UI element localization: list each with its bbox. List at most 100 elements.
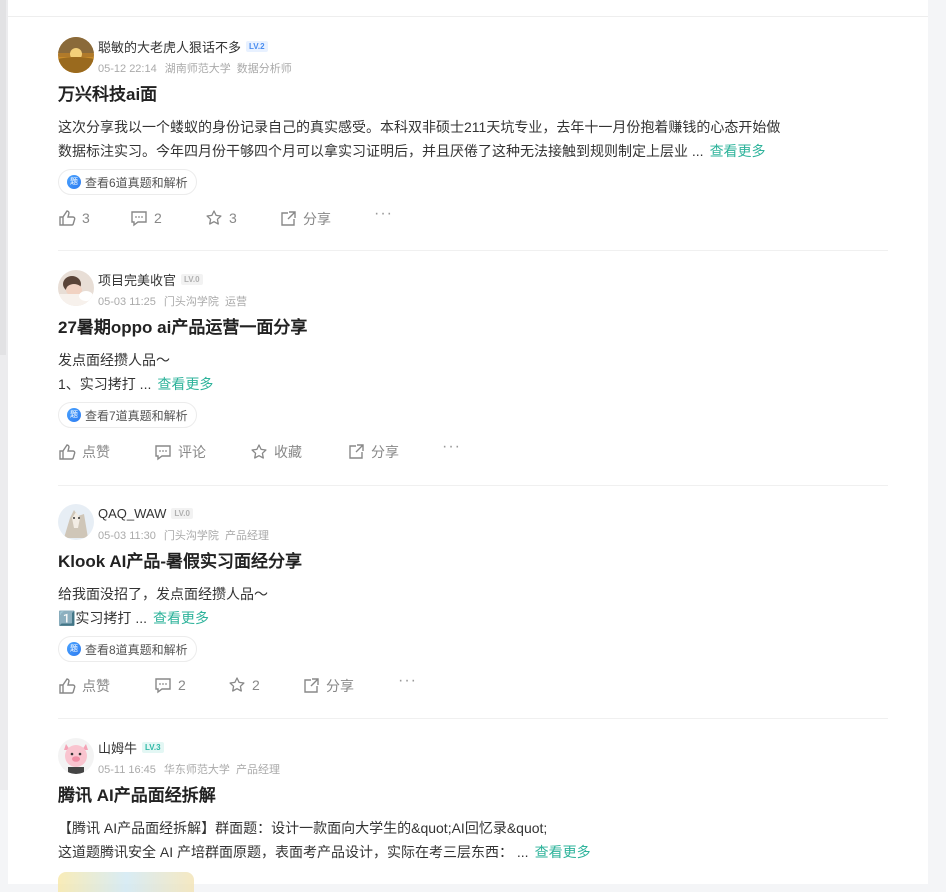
post-time: 05-03 11:30 [98,530,156,542]
action-bar: 点赞 评论 收藏 分享 ··· [58,438,888,464]
question-tag[interactable]: 题 查看6道真题和解析 [58,169,197,195]
post-body[interactable]: 给我面没招了，发点面经攒人品～ 1️⃣实习拷打 ... 查看更多 [58,582,888,630]
author-name[interactable]: 山姆牛 [98,738,137,757]
right-gutter [928,0,946,884]
share-icon [304,678,319,693]
thumbs-up-icon [59,678,76,694]
favorite-button[interactable]: 2 [228,676,260,694]
author-role: 数据分析师 [236,63,292,75]
feed-post: 项目完美收官 LV.0 05-03 11:25 门头沟学院 运营 27暑期oppo… [58,270,888,464]
author-row: QAQ_WAW LV.0 05-03 11:30 门头沟学院 产品经理 [58,504,888,546]
post-divider [58,485,888,486]
comment-count: 2 [154,210,162,226]
author-school: 门头沟学院 [163,296,219,308]
favorite-count: 2 [252,677,260,693]
more-dots-icon[interactable]: ··· [442,438,461,456]
author-row: 项目完美收官 LV.0 05-03 11:25 门头沟学院 运营 [58,270,888,312]
avatar[interactable] [58,738,94,774]
author-name[interactable]: 聪敏的大老虎人狠话不多 [98,37,241,56]
author-row: 聪敏的大老虎人狠话不多 LV.2 05-12 22:14 湖南师范大学 数据分析师 [58,37,888,79]
post-title[interactable]: 27暑期oppo ai产品运营一面分享 [58,316,888,340]
read-more-link[interactable]: 查看更多 [153,610,209,626]
avatar[interactable] [58,37,94,73]
like-label: 点赞 [82,444,110,460]
read-more-link[interactable]: 查看更多 [710,143,766,159]
share-button[interactable]: 分享 [347,442,399,462]
post-divider [58,718,888,719]
question-tag[interactable]: 题 查看8道真题和解析 [58,636,197,662]
like-button[interactable]: 点赞 [58,676,110,696]
post-body-line: 1、实习拷打 ... [58,376,152,392]
feed-post: QAQ_WAW LV.0 05-03 11:30 门头沟学院 产品经理 Klook… [58,504,888,698]
share-button[interactable]: 分享 [302,676,354,696]
post-time: 05-12 22:14 [98,63,157,75]
post-title[interactable]: Klook AI产品-暑假实习面经分享 [58,550,888,574]
comment-button[interactable]: 2 [130,209,162,227]
action-bar: 点赞 2 2 分享 ··· [58,672,888,698]
more-dots-icon[interactable]: ··· [374,205,393,223]
comment-button[interactable]: 2 [154,676,186,694]
more-dots-icon[interactable]: ··· [398,672,417,690]
share-label: 分享 [303,211,331,227]
question-tag-label: 查看8道真题和解析 [85,642,188,657]
feed-post: 山姆牛 LV.3 05-11 16:45 华东师范大学 产品经理 腾讯 AI产品面… [58,738,888,864]
avatar-animal-image [58,504,94,540]
read-more-link[interactable]: 查看更多 [535,844,591,860]
level-badge: LV.3 [142,741,164,753]
share-icon [281,211,296,226]
avatar-sunset-image [58,37,94,73]
author-name[interactable]: 项目完美收官 [98,270,176,289]
post-title[interactable]: 腾讯 AI产品面经拆解 [58,784,888,808]
left-panel-shade [0,0,6,355]
post-meta: 05-11 16:45 华东师范大学 产品经理 [98,761,280,777]
post-body-line: 给我面没招了，发点面经攒人品～ [58,586,268,602]
post-body-line: 发点面经攒人品～ [58,352,170,368]
favorite-button[interactable]: 3 [205,209,237,227]
post-time: 05-11 16:45 [98,764,156,776]
favorite-button[interactable]: 收藏 [250,442,302,462]
like-button[interactable]: 点赞 [58,442,110,462]
comment-count: 2 [178,677,186,693]
question-tag[interactable]: 题 查看7道真题和解析 [58,402,197,428]
comment-icon [131,211,147,227]
share-button[interactable]: 分享 [279,209,331,229]
question-tag-label: 查看7道真题和解析 [85,408,188,423]
level-badge: LV.0 [171,507,193,519]
feed-top-border [8,16,928,17]
read-more-link[interactable]: 查看更多 [157,376,213,392]
author-role: 运营 [224,296,247,308]
like-count: 3 [82,210,90,226]
post-body[interactable]: 发点面经攒人品～ 1、实习拷打 ... 查看更多 [58,348,888,396]
favorite-label: 收藏 [274,444,302,460]
post-time: 05-03 11:25 [98,296,156,308]
avatar-photo-image [58,270,94,306]
post-meta: 05-12 22:14 湖南师范大学 数据分析师 [98,60,292,76]
level-badge: LV.2 [246,40,268,52]
post-body-line: 【腾讯 AI产品面经拆解】群面题：设计一款面向大学生的&quot;AI回忆录&q… [58,820,548,836]
post-meta: 05-03 11:30 门头沟学院 产品经理 [98,527,269,543]
star-icon [229,677,245,692]
like-button[interactable]: 3 [58,209,90,227]
avatar[interactable] [58,270,94,306]
post-body[interactable]: 这次分享我以一个蝼蚁的身份记录自己的真实感受。本科双非硕士211天坑专业，去年十… [58,115,888,163]
author-role: 产品经理 [235,764,280,776]
share-icon [349,444,364,459]
author-role: 产品经理 [224,530,269,542]
post-title[interactable]: 万兴科技ai面 [58,83,888,107]
feed-post: 聪敏的大老虎人狠话不多 LV.2 05-12 22:14 湖南师范大学 数据分析师… [58,37,888,231]
post-body-line: 1️⃣实习拷打 ... [58,610,147,626]
share-label: 分享 [371,444,399,460]
question-badge-icon: 题 [67,642,81,656]
star-icon [251,444,267,459]
share-label: 分享 [326,678,354,694]
post-body-line: 这道题腾讯安全 AI 产培群面原题，表面考产品设计，实际在考三层东西： ... [58,844,529,860]
author-name[interactable]: QAQ_WAW [98,506,166,521]
post-body[interactable]: 【腾讯 AI产品面经拆解】群面题：设计一款面向大学生的&quot;AI回忆录&q… [58,816,888,864]
post-image-thumbnail[interactable] [58,872,194,892]
comment-button[interactable]: 评论 [154,442,206,462]
avatar[interactable] [58,504,94,540]
left-panel-edge [0,0,8,790]
thumbs-up-icon [59,444,76,460]
question-tag-label: 查看6道真题和解析 [85,175,188,190]
like-label: 点赞 [82,678,110,694]
